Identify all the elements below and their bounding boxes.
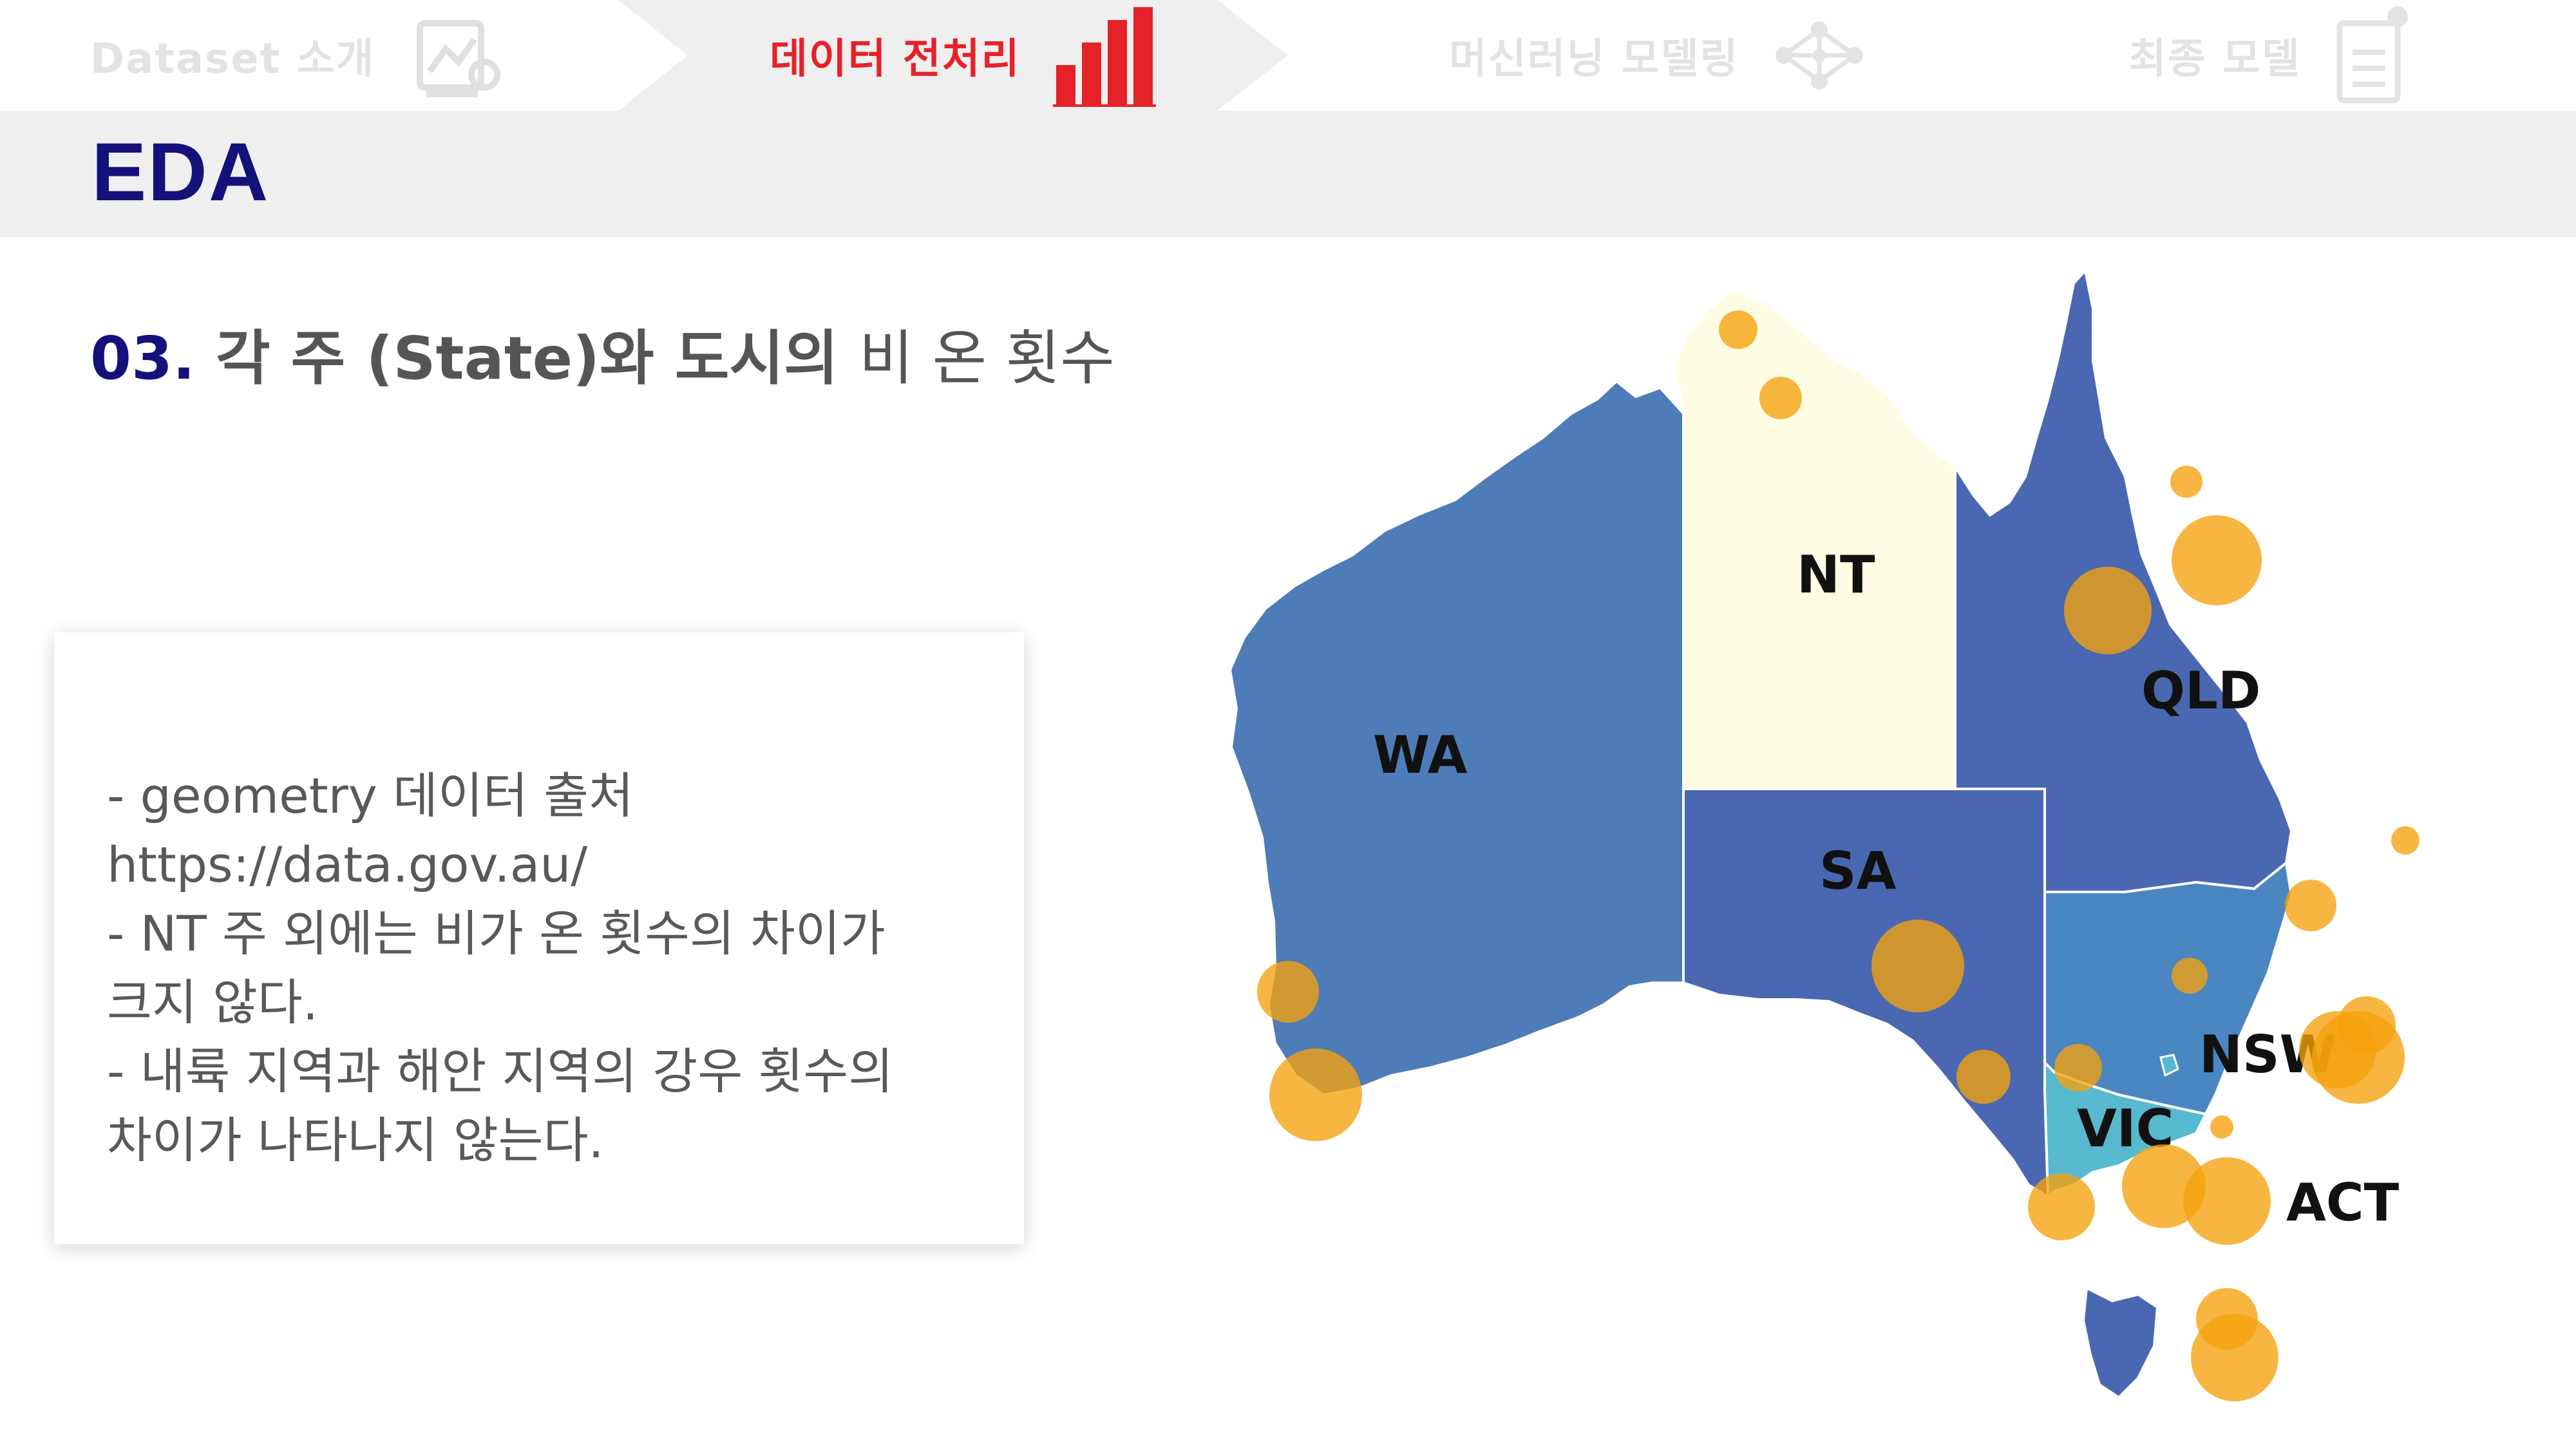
rain-bubble bbox=[2170, 466, 2202, 498]
rain-bubble bbox=[1719, 310, 1757, 349]
note-line: - 내륙 지역과 해안 지역의 강우 횟수의 bbox=[107, 1043, 894, 1100]
step-dataset[interactable]: Dataset 소개 bbox=[90, 0, 504, 111]
rain-bubble bbox=[2338, 996, 2396, 1054]
state-nt bbox=[1671, 288, 1956, 790]
state-tas bbox=[2081, 1285, 2159, 1399]
rain-bubble bbox=[2191, 1314, 2278, 1401]
state-label-qld: QLD bbox=[2141, 661, 2260, 721]
rain-bubble bbox=[2172, 515, 2262, 605]
step-final-model[interactable]: 최종 모델 bbox=[2128, 0, 2410, 111]
state-label-wa: WA bbox=[1373, 725, 1468, 785]
step-preprocessing[interactable]: 데이터 전처리 bbox=[770, 0, 1156, 111]
rain-bubble bbox=[2391, 826, 2420, 855]
rain-bubble bbox=[2210, 1115, 2233, 1139]
rain-bubble bbox=[2064, 567, 2152, 654]
subtitle-number: 03. bbox=[90, 324, 195, 393]
section-header: EDA bbox=[0, 111, 2576, 237]
bar-chart-icon bbox=[1052, 7, 1156, 107]
notes-card: - geometry 데이터 출처 https://data.gov.au/ -… bbox=[54, 632, 1024, 1244]
rain-bubble bbox=[1269, 1048, 1362, 1141]
rain-bubble bbox=[1759, 377, 1802, 419]
chart-document-icon bbox=[417, 20, 501, 97]
state-label-act: ACT bbox=[2286, 1173, 2400, 1233]
note-line: - NT 주 외에는 비가 온 횟수의 차이가 bbox=[107, 905, 886, 962]
step-dataset-label: Dataset 소개 bbox=[90, 35, 375, 83]
subtitle-main: 각 주 (State)와 도시의 bbox=[216, 324, 838, 393]
notes-text: - geometry 데이터 출처 https://data.gov.au/ -… bbox=[107, 761, 893, 1175]
step-ml-modeling-label: 머신러닝 모델링 bbox=[1449, 35, 1739, 83]
subtitle-tail: 비 온 횟수 bbox=[858, 324, 1115, 393]
rain-bubble bbox=[2183, 1157, 2271, 1245]
step-final-model-label: 최종 모델 bbox=[2128, 35, 2301, 83]
note-line: 차이가 나타나지 않는다. bbox=[107, 1112, 604, 1169]
step-preprocessing-label: 데이터 전처리 bbox=[770, 35, 1021, 83]
state-label-nt: NT bbox=[1797, 545, 1875, 605]
clipboard-icon bbox=[2336, 6, 2408, 104]
section-title: EDA bbox=[91, 126, 270, 218]
state-label-sa: SA bbox=[1819, 841, 1897, 901]
rain-bubble bbox=[2054, 1044, 2102, 1092]
note-line: - geometry 데이터 출처 bbox=[107, 767, 634, 824]
rain-bubble bbox=[2172, 958, 2208, 994]
step-ml-modeling[interactable]: 머신러닝 모델링 bbox=[1449, 0, 1868, 111]
rain-bubble bbox=[1956, 1050, 2011, 1104]
rain-bubble bbox=[1257, 961, 1319, 1023]
rain-bubble bbox=[1871, 920, 1964, 1012]
australia-rainfall-map: WA NT SA QLD NSW VIC ACT bbox=[1228, 267, 2420, 1401]
rain-bubble bbox=[2285, 880, 2336, 931]
step-navigation: Dataset 소개 데이터 전처리 머신러닝 모델링 최종 모델 bbox=[0, 0, 2576, 111]
slide-subtitle: 03. 각 주 (State)와 도시의 비 온 횟수 bbox=[90, 310, 1115, 396]
rain-bubble bbox=[2028, 1173, 2095, 1240]
network-icon bbox=[1776, 21, 1864, 90]
note-source-url: https://data.gov.au/ bbox=[107, 836, 588, 893]
note-line: 크지 않다. bbox=[107, 974, 318, 1031]
